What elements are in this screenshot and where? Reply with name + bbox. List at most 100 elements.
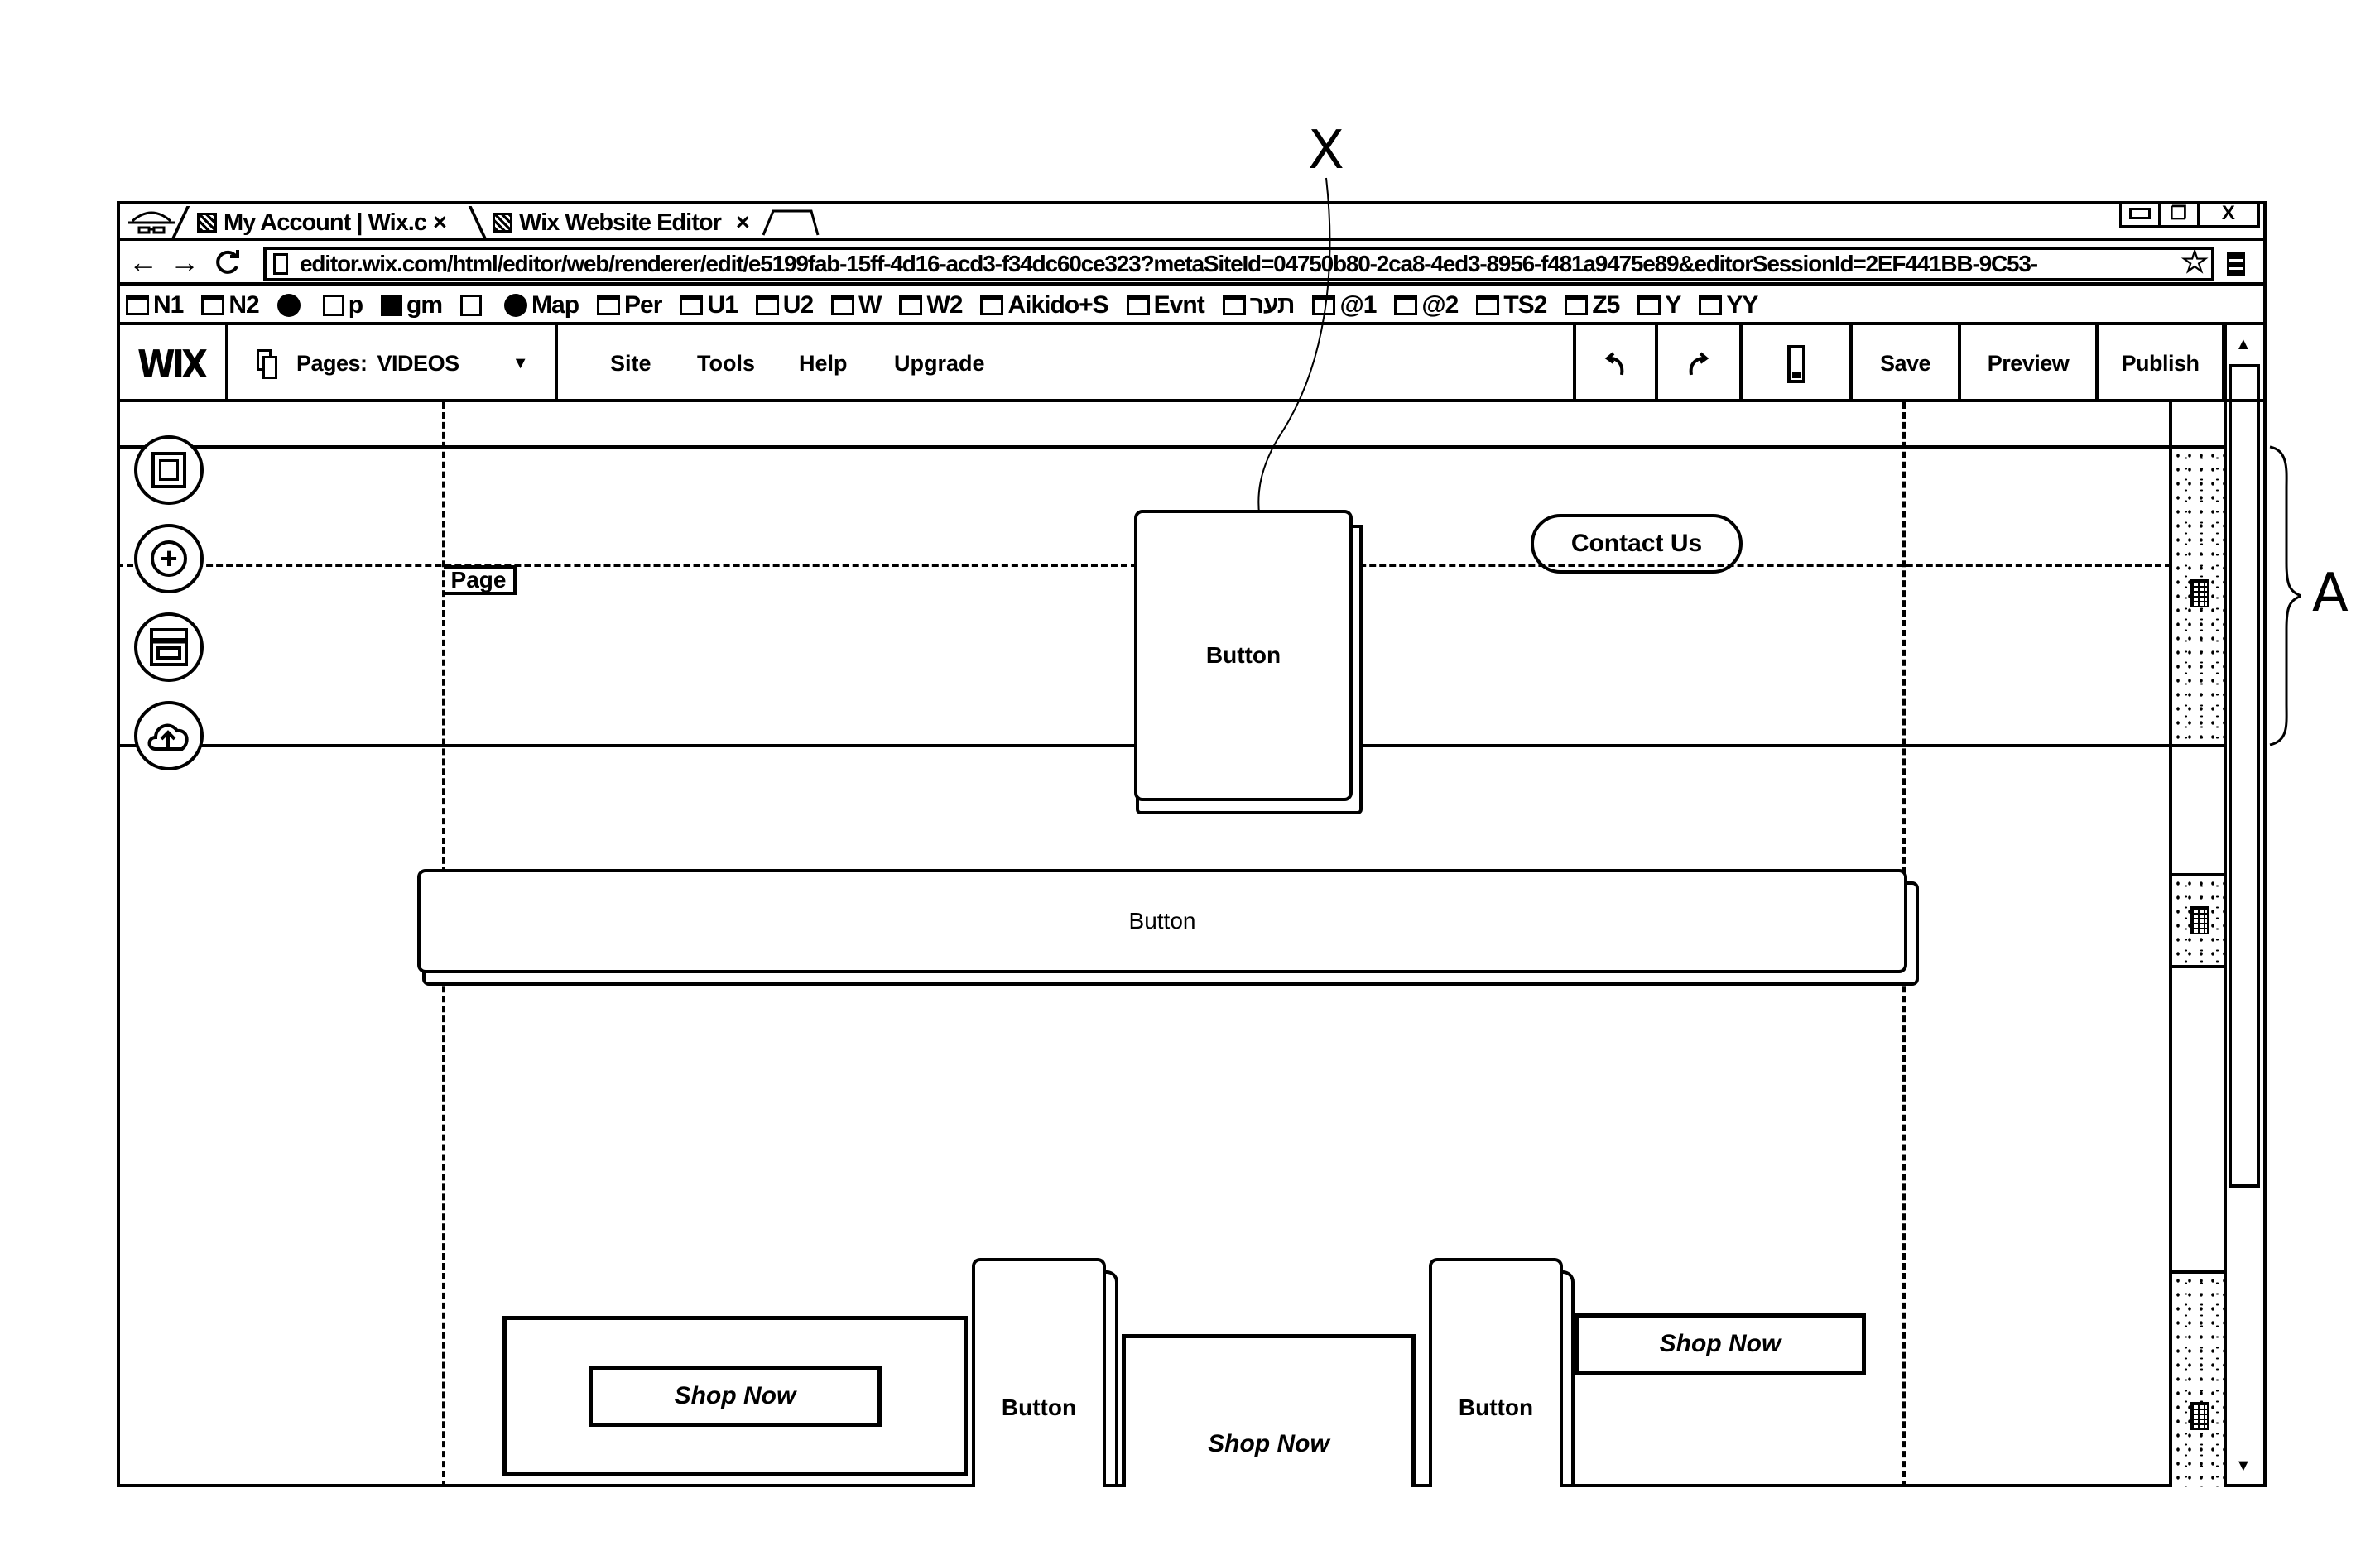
pages-dropdown[interactable]: Pages: VIDEOS ▼ — [228, 325, 558, 402]
section-background-bottom — [2172, 1270, 2224, 1487]
bookmark-item[interactable]: p — [322, 291, 363, 319]
bottom-button-2[interactable]: Button — [1429, 1258, 1563, 1487]
redo-button[interactable] — [1658, 325, 1743, 402]
tab-close-icon[interactable]: × — [736, 209, 750, 237]
folder-icon — [1637, 295, 1661, 315]
gmail-icon — [381, 295, 403, 316]
bookmark-item[interactable]: Aikido+S — [980, 291, 1109, 319]
bookmarks-list: N1 N2 p gm Map Per U1 U2 W W2 Aikido+S Evnt תער @1 @2 T… — [126, 291, 1776, 319]
bookmark-item[interactable]: Z5 — [1565, 291, 1620, 319]
bookmark-item[interactable]: Map — [504, 291, 579, 319]
bookmark-label: YY — [1726, 291, 1758, 319]
bookmark-label: TS2 — [1503, 291, 1547, 319]
bookmark-label: Per — [624, 291, 662, 319]
folder-icon — [899, 295, 923, 315]
undo-button[interactable] — [1573, 325, 1658, 402]
shop-now-button-1[interactable]: Shop Now — [589, 1366, 882, 1427]
minimize-icon — [2128, 207, 2151, 219]
bookmark-star-icon[interactable]: ☆ — [2177, 250, 2209, 278]
bookmark-item[interactable]: gm — [381, 291, 443, 319]
section-header-top — [117, 445, 2225, 449]
bookmark-label: U2 — [782, 291, 814, 319]
bookmark-item[interactable]: תער — [1222, 291, 1295, 319]
page-icon — [273, 253, 288, 275]
upload-tool-button[interactable] — [134, 701, 204, 770]
menu-upgrade[interactable]: Upgrade — [894, 325, 985, 402]
reload-button[interactable] — [214, 248, 242, 281]
preview-button[interactable]: Preview — [1961, 325, 2099, 402]
scroll-up-button[interactable]: ▲ — [2235, 335, 2252, 354]
bookmark-label: @1 — [1339, 291, 1377, 319]
tab-close-icon[interactable]: × — [433, 209, 447, 237]
bookmark-item[interactable]: W2 — [899, 291, 963, 319]
shop-now-button-3[interactable]: Shop Now — [1575, 1313, 1866, 1375]
bookmark-item[interactable]: N2 — [201, 291, 260, 319]
bookmark-item[interactable]: U2 — [755, 291, 814, 319]
folder-icon — [831, 295, 855, 315]
scroll-down-button[interactable]: ▼ — [2235, 1457, 2252, 1476]
wide-button[interactable]: Button — [417, 869, 1907, 973]
section-background-middle — [2172, 873, 2224, 968]
url-input[interactable]: editor.wix.com/html/editor/web/renderer/… — [263, 247, 2214, 281]
grid-icon — [2190, 579, 2209, 607]
bookmark-item[interactable]: Evnt — [1126, 291, 1205, 319]
store-tool-button[interactable] — [134, 612, 204, 682]
folder-icon — [1126, 295, 1150, 315]
bookmark-item[interactable]: Y — [1637, 291, 1681, 319]
bookmark-item[interactable]: Per — [597, 291, 662, 319]
contact-us-button[interactable]: Contact Us — [1531, 514, 1743, 574]
pages-value: VIDEOS — [377, 351, 460, 376]
bookmark-item[interactable]: W — [831, 291, 882, 319]
folder-icon — [1222, 295, 1246, 315]
pages-icon — [257, 348, 278, 379]
callout-a-label: A — [2312, 563, 2349, 624]
publish-button[interactable]: Publish — [2099, 325, 2225, 402]
mobile-view-button[interactable] — [1743, 325, 1853, 402]
scrollbar-thumb[interactable] — [2229, 364, 2260, 1188]
bookmark-item[interactable]: @1 — [1312, 291, 1377, 319]
back-button[interactable]: ← — [128, 245, 158, 280]
store-icon — [150, 628, 188, 666]
bookmark-item[interactable]: @2 — [1394, 291, 1459, 319]
google-icon — [504, 294, 528, 317]
new-tab-button[interactable] — [762, 209, 820, 236]
folder-icon — [597, 295, 621, 315]
forward-button[interactable]: → — [170, 245, 200, 280]
bookmark-label: gm — [406, 291, 443, 319]
bookmark-item[interactable]: TS2 — [1476, 291, 1547, 319]
pages-label: Pages: — [296, 351, 368, 376]
tab-my-account[interactable]: My Account | Wix.c × — [171, 206, 447, 239]
bookmark-item[interactable] — [460, 291, 486, 319]
url-text: editor.wix.com/html/editor/web/renderer/… — [300, 251, 2038, 276]
redo-icon — [1689, 351, 1709, 375]
folder-icon — [201, 295, 225, 315]
browser-menu-icon[interactable] — [2227, 252, 2245, 276]
bookmark-label: Map — [531, 291, 579, 319]
save-button[interactable]: Save — [1853, 325, 1961, 402]
bookmark-label: Aikido+S — [1007, 291, 1108, 319]
add-tool-button[interactable]: + — [134, 524, 204, 593]
scrollbar[interactable] — [2224, 325, 2227, 1487]
bookmark-label: @2 — [1421, 291, 1459, 319]
bookmark-item[interactable]: YY — [1699, 291, 1758, 319]
background-tool-button[interactable] — [134, 435, 204, 505]
restore-button[interactable]: ❐ — [2161, 201, 2200, 225]
minimize-button[interactable] — [2122, 201, 2161, 225]
bottom-button-1[interactable]: Button — [972, 1258, 1106, 1487]
menu-help[interactable]: Help — [799, 325, 848, 402]
menu-site[interactable]: Site — [610, 325, 651, 402]
bookmark-label: Evnt — [1153, 291, 1205, 319]
bookmark-item[interactable]: U1 — [680, 291, 738, 319]
header-button[interactable]: Button — [1134, 510, 1353, 801]
menu-tools[interactable]: Tools — [697, 325, 755, 402]
shop-now-button-2[interactable]: Shop Now — [1122, 1334, 1416, 1487]
bookmark-item[interactable] — [276, 291, 305, 319]
wix-favicon-icon — [493, 213, 512, 233]
background-icon — [151, 452, 186, 488]
tab-label: Wix Website Editor — [519, 209, 722, 236]
bookmark-item[interactable]: N1 — [126, 291, 184, 319]
tab-wix-website-editor[interactable]: Wix Website Editor × — [468, 206, 750, 239]
folder-icon — [980, 295, 1004, 315]
bookmark-label: W — [858, 291, 882, 319]
close-window-button[interactable]: X — [2200, 201, 2257, 225]
